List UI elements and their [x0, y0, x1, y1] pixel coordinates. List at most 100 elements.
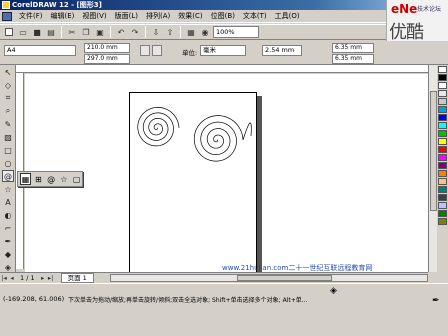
- smart-fill-icon[interactable]: ▨: [2, 131, 14, 143]
- basic-shapes-icon[interactable]: ☆: [2, 183, 14, 195]
- first-page-icon[interactable]: |◂: [0, 274, 8, 282]
- crop-tool-icon[interactable]: ⌗: [2, 92, 14, 104]
- document-icon[interactable]: [2, 11, 12, 21]
- palette-swatch[interactable]: [438, 178, 447, 185]
- zoom-level-select[interactable]: 100%: [213, 26, 259, 38]
- freehand-tool-icon[interactable]: ✎: [2, 118, 14, 130]
- redo-icon[interactable]: ↷: [129, 26, 141, 38]
- outline-tool-icon[interactable]: ✒: [2, 235, 14, 247]
- paper-height-field[interactable]: 297.0 mm: [84, 54, 130, 64]
- corel-online-icon[interactable]: ◉: [199, 26, 211, 38]
- save-icon[interactable]: ■: [31, 26, 43, 38]
- palette-swatch[interactable]: [438, 138, 447, 145]
- unit-select[interactable]: 毫米: [200, 45, 246, 56]
- menu-layout[interactable]: 版面(L): [111, 11, 142, 21]
- text-tool-icon[interactable]: A: [2, 196, 14, 208]
- paper-width-field[interactable]: 210.0 mm: [84, 43, 130, 53]
- star-shape-icon[interactable]: ☆: [59, 173, 70, 185]
- duplicate-y-field[interactable]: 6.35 mm: [332, 54, 374, 64]
- vertical-scrollbar[interactable]: [428, 65, 437, 272]
- palette-swatch[interactable]: [438, 66, 447, 73]
- undo-icon[interactable]: ↶: [115, 26, 127, 38]
- polygon-tool-icon[interactable]: ▦: [20, 173, 31, 185]
- palette-swatch[interactable]: [438, 154, 447, 161]
- fill-tool-icon[interactable]: ◆: [2, 248, 14, 260]
- app-launcher-icon[interactable]: ▦: [185, 26, 197, 38]
- landscape-icon[interactable]: [152, 45, 162, 56]
- separator: [110, 26, 111, 38]
- menu-edit[interactable]: 编辑(E): [47, 11, 79, 21]
- title-bar: CorelDRAW 12 - [图形3]: [0, 0, 448, 10]
- paper-size-select[interactable]: A4: [4, 45, 76, 56]
- standard-toolbar: ▭ ■ ▤ ✂ ❐ ▣ ↶ ↷ ⇩ ⇧ ▦ ◉ 100%: [0, 24, 386, 40]
- menu-bitmaps[interactable]: 位图(B): [207, 11, 239, 21]
- zoom-tool-icon[interactable]: ⌕: [2, 105, 14, 117]
- next-page-icon[interactable]: ▸: [39, 274, 47, 282]
- palette-swatch[interactable]: [438, 194, 447, 201]
- pick-tool-icon[interactable]: ↖: [2, 66, 14, 78]
- palette-swatch[interactable]: [438, 74, 447, 81]
- spiral-tool-icon[interactable]: @: [46, 173, 57, 185]
- palette-swatch[interactable]: [438, 202, 447, 209]
- palette-swatch[interactable]: [438, 218, 447, 225]
- palette-swatch[interactable]: [438, 122, 447, 129]
- window-title: CorelDRAW 12 - [图形3]: [12, 1, 102, 9]
- palette-swatch[interactable]: [438, 98, 447, 105]
- coreldraw-window: CorelDRAW 12 - [图形3] 文件(F) 编辑(E) 视图(V) 版…: [0, 0, 448, 336]
- portrait-icon[interactable]: [140, 45, 150, 56]
- prev-page-icon[interactable]: ◂: [8, 274, 16, 282]
- palette-swatch[interactable]: [438, 82, 447, 89]
- horizontal-scrollbar[interactable]: [109, 274, 428, 282]
- palette-swatch[interactable]: [438, 170, 447, 177]
- palette-swatch[interactable]: [438, 90, 447, 97]
- shape-tool-icon[interactable]: ◇: [2, 79, 14, 91]
- palette-swatch[interactable]: [438, 210, 447, 217]
- watermark-url: www.21hulian.com二十一世纪互联远程教育网: [222, 264, 373, 272]
- rectangle-tool-icon[interactable]: □: [2, 144, 14, 156]
- open-icon[interactable]: ▭: [17, 26, 29, 38]
- last-page-icon[interactable]: ▸|: [47, 274, 55, 282]
- separator: [61, 26, 62, 38]
- ellipse-tool-icon[interactable]: ○: [2, 157, 14, 169]
- menu-text[interactable]: 文本(T): [239, 11, 271, 21]
- callout-shape-icon[interactable]: ▢: [71, 173, 82, 185]
- palette-swatch[interactable]: [438, 130, 447, 137]
- horizontal-scroll-thumb[interactable]: [237, 275, 333, 281]
- menu-arrange[interactable]: 排列(A): [142, 11, 174, 21]
- paste-icon[interactable]: ▣: [94, 26, 106, 38]
- fill-indicator-icon: ◈: [330, 286, 337, 296]
- new-icon[interactable]: [3, 26, 15, 38]
- nudge-offset-field[interactable]: 2.54 mm: [262, 45, 302, 56]
- import-icon[interactable]: ⇩: [150, 26, 162, 38]
- graph-paper-icon[interactable]: ⊞: [33, 173, 44, 185]
- status-hint: 下次单击为拖动/缩放;再单击旋转/倾斜;双击全选对象; Shift+单击选择多个…: [68, 297, 308, 304]
- palette-swatch[interactable]: [438, 114, 447, 121]
- spiral-tool-icon[interactable]: @: [2, 170, 14, 182]
- spiral-shape: [137, 107, 180, 147]
- spiral-drawing[interactable]: [129, 92, 257, 212]
- print-icon[interactable]: ▤: [45, 26, 57, 38]
- menu-view[interactable]: 视图(V): [78, 11, 110, 21]
- palette-swatch[interactable]: [438, 162, 447, 169]
- menu-bar: 文件(F) 编辑(E) 视图(V) 版面(L) 排列(A) 效果(C) 位图(B…: [0, 10, 448, 23]
- copy-icon[interactable]: ❐: [80, 26, 92, 38]
- palette-swatch[interactable]: [438, 106, 447, 113]
- export-icon[interactable]: ⇧: [164, 26, 176, 38]
- palette-swatch[interactable]: [438, 146, 447, 153]
- duplicate-x-field[interactable]: 6.35 mm: [332, 43, 374, 53]
- logo-brand: eNe: [391, 2, 418, 16]
- outline-indicator-icon: ✒: [432, 296, 440, 306]
- menu-file[interactable]: 文件(F): [15, 11, 47, 21]
- menu-effects[interactable]: 效果(C): [174, 11, 206, 21]
- drawing-canvas[interactable]: [25, 74, 428, 272]
- cut-icon[interactable]: ✂: [66, 26, 78, 38]
- vertical-scroll-thumb[interactable]: [430, 91, 437, 211]
- horizontal-ruler[interactable]: [16, 65, 428, 73]
- palette-swatch[interactable]: [438, 186, 447, 193]
- page-tab[interactable]: 页面 1: [60, 273, 94, 283]
- eyedropper-tool-icon[interactable]: ⌐: [2, 222, 14, 234]
- menu-tools[interactable]: 工具(O): [271, 11, 304, 21]
- paper-dimensions: 210.0 mm 297.0 mm: [84, 43, 130, 65]
- unit-label: 单位:: [182, 49, 198, 57]
- interactive-blend-icon[interactable]: ◐: [2, 209, 14, 221]
